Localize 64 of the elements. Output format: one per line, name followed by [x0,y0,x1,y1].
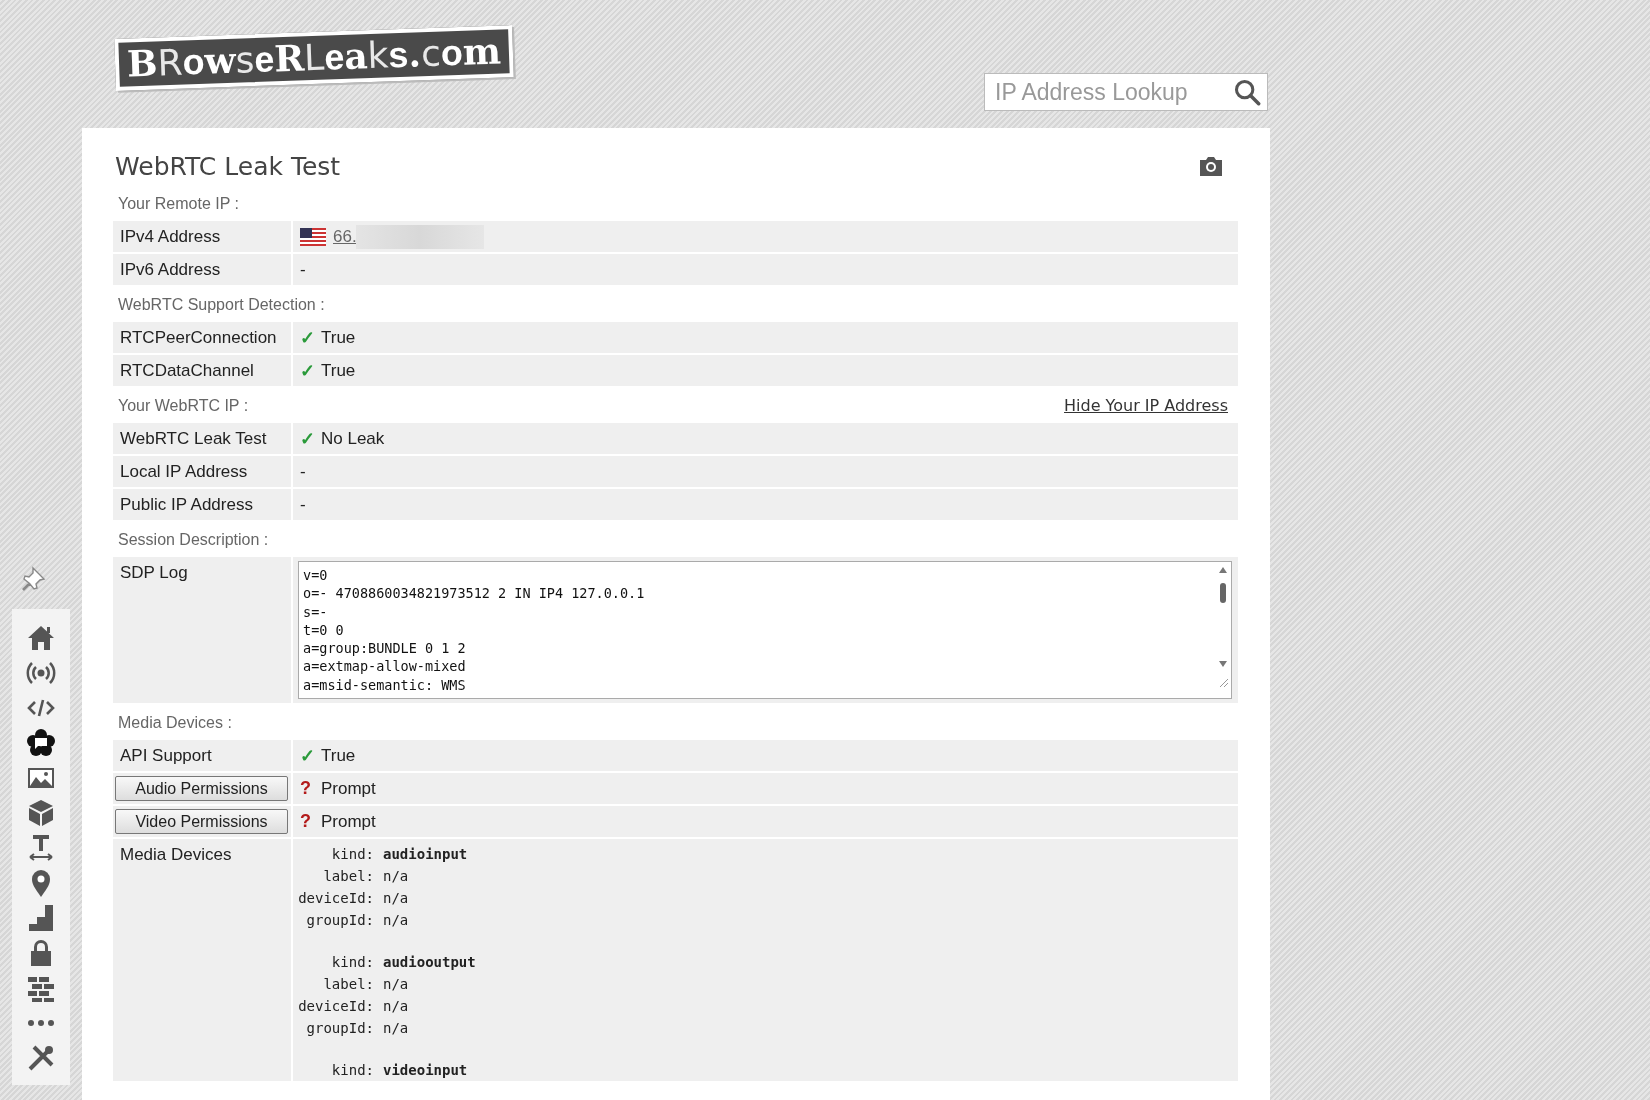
row-label: RTCDataChannel [120,360,254,381]
row-label: SDP Log [120,563,188,583]
tools-icon[interactable] [26,1043,56,1073]
row-value: True [321,360,356,381]
row-label: RTCPeerConnection [120,327,277,348]
row-value: - [300,494,306,515]
search-field[interactable]: IP Address Lookup [984,73,1268,111]
row-label: Media Devices [120,845,232,865]
stairs-icon[interactable] [26,903,56,933]
home-icon[interactable] [26,623,56,653]
device-field-value: n/a [383,911,409,930]
row-label: API Support [120,745,212,766]
device-field-value: n/a [383,1019,409,1038]
row-value: - [300,461,306,482]
device-field-value: audioinput [383,845,468,864]
device-field-value: n/a [383,889,409,908]
check-icon: ✓ [300,359,314,382]
section-heading: Session Description : [118,530,269,549]
permission-button[interactable]: Audio Permissions [115,776,288,801]
permission-button[interactable]: Video Permissions [115,809,288,834]
device-field-key: label: [293,865,374,887]
question-icon: ? [300,811,314,832]
cube-icon[interactable] [26,798,56,828]
row-value: True [321,327,356,348]
device-field-key: label: [293,973,374,995]
device-field-key: deviceId: [293,995,374,1017]
chat-bubble-icon[interactable] [26,728,56,758]
device-field-value: n/a [383,975,409,994]
check-icon: ✓ [300,427,314,450]
site-logo[interactable]: BRowseRLeaks.com [114,25,514,91]
row-value: - [300,259,306,280]
search-icon[interactable] [1233,78,1261,106]
section-heading: Your Remote IP : [118,194,239,213]
row-label: IPv6 Address [120,259,221,280]
check-icon: ✓ [300,326,314,349]
camera-icon[interactable] [1198,155,1224,177]
device-field-value: audiooutput [383,953,476,972]
row-label: WebRTC Leak Test [120,428,267,449]
section-heading: WebRTC Support Detection : [118,295,325,314]
device-field-key: kind: [293,1059,374,1081]
device-field-key: groupId: [293,909,374,931]
row-value: Prompt [321,811,376,832]
ip-address-link[interactable]: 66. [333,226,357,247]
device-field-key: kind: [293,951,374,973]
device-field-value: n/a [383,867,409,886]
question-icon: ? [300,778,314,799]
row-label: Public IP Address [120,494,253,515]
section-heading: Your WebRTC IP : [118,396,249,415]
row-value: No Leak [321,428,385,449]
section-heading: Media Devices : [118,713,232,732]
row-value: Prompt [321,778,376,799]
device-field-key: groupId: [293,1017,374,1039]
device-field-value: videoinput [383,1061,468,1080]
device-field-value: n/a [383,997,409,1016]
row-value: True [321,745,356,766]
row-label: Local IP Address [120,461,248,482]
row-label: IPv4 Address [120,226,221,247]
check-icon: ✓ [300,744,314,767]
sdp-log-textarea[interactable]: v=0 o=- 4708860034821973512 2 IN IP4 127.0.0.1 s=- t=0 0 a=group:BUNDLE 0 1 2 a=extmap-allow-mixed a=msid-semantic: WMS [298,561,1232,699]
device-field-key: deviceId: [293,887,374,909]
page-title: WebRTC Leak Test [115,151,341,181]
hide-ip-link[interactable]: Hide Your IP Address [1064,396,1228,415]
flag-icon [300,227,326,246]
device-field-key: kind: [293,843,374,865]
